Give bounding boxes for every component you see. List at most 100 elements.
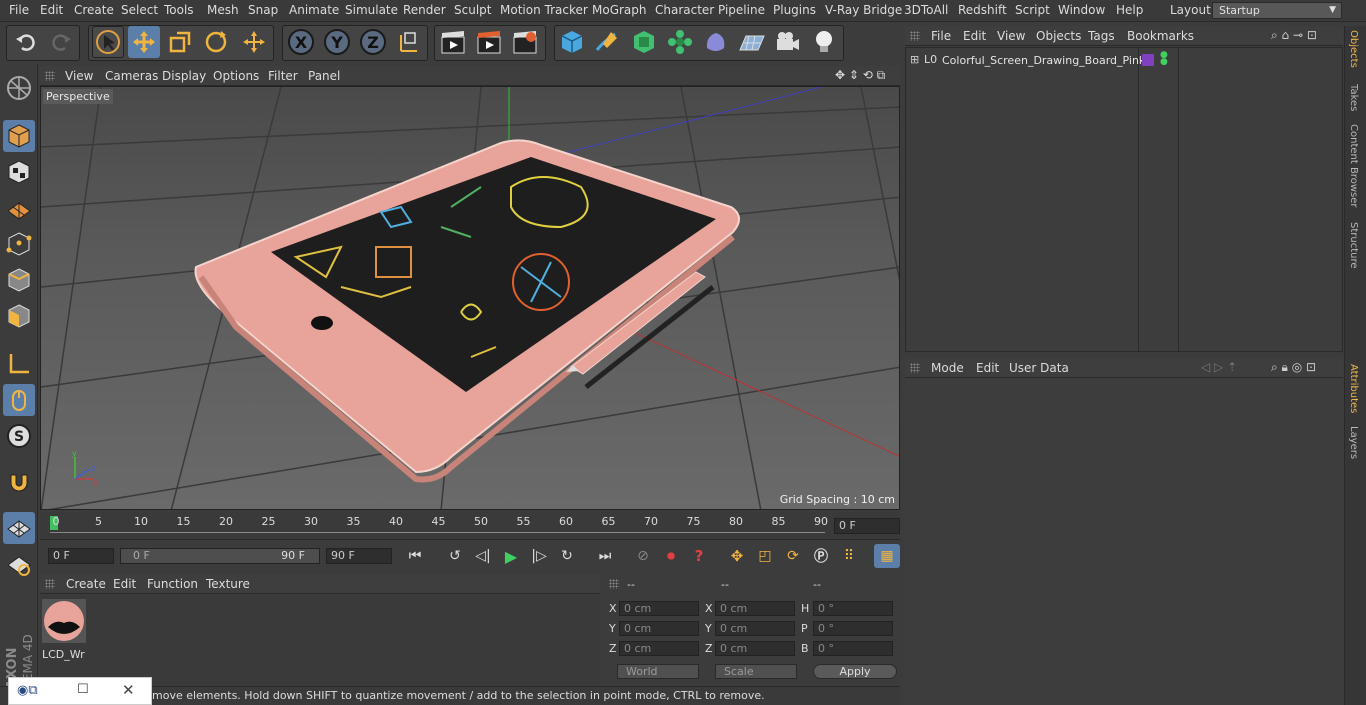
menu-redshift[interactable]: Redshift xyxy=(958,3,1007,17)
maximize-icon[interactable]: ☐ xyxy=(77,682,89,697)
menu-mesh[interactable]: Mesh xyxy=(207,3,239,17)
pos-y-field[interactable]: 0 cm xyxy=(619,621,699,636)
prev-frame-button[interactable]: ◁| xyxy=(470,544,496,568)
menu-snap[interactable]: Snap xyxy=(248,3,278,17)
auto-key-button[interactable]: ⏺ xyxy=(658,544,684,568)
size-z-field[interactable]: 0 cm xyxy=(715,641,795,656)
viewport-menu-cameras[interactable]: Cameras xyxy=(105,69,158,83)
tab-takes[interactable]: Takes xyxy=(1348,84,1359,111)
menu-select[interactable]: Select xyxy=(121,3,158,17)
snap-button[interactable]: S xyxy=(3,420,35,452)
key-pla-button[interactable]: ⠿ xyxy=(836,544,862,568)
rot-p-field[interactable]: 0 ° xyxy=(813,621,893,636)
tab-content-browser[interactable]: Content Browser xyxy=(1348,124,1359,207)
polygons-mode-button[interactable] xyxy=(3,300,35,332)
texture-mode-button[interactable] xyxy=(3,156,35,188)
edges-mode-button[interactable] xyxy=(3,264,35,296)
perspective-viewport[interactable]: Perspective y zx Grid Spacing : 10 cm xyxy=(40,86,900,510)
panel-grip[interactable] xyxy=(910,31,920,41)
frame-range-slider[interactable]: 0 F 90 F xyxy=(120,548,320,564)
redo-button[interactable] xyxy=(45,26,77,58)
material-menu-create[interactable]: Create xyxy=(66,577,106,591)
viewport-menu-panel[interactable]: Panel xyxy=(308,69,340,83)
workplane-snap-button[interactable] xyxy=(3,548,35,580)
live-selection-button[interactable] xyxy=(238,26,270,58)
deformer-button[interactable] xyxy=(700,26,732,58)
attr-nav-icons[interactable]: ◁ ▷ ⇡ xyxy=(1201,360,1237,374)
close-icon[interactable]: ✕ xyxy=(122,681,135,699)
pos-x-field[interactable]: 0 cm xyxy=(619,601,699,616)
om-menu-view[interactable]: View xyxy=(997,29,1025,43)
menu-plugins[interactable]: Plugins xyxy=(773,3,816,17)
viewport-nav-icons[interactable]: ✥ ⇕ ⟲ ⧉ xyxy=(835,68,885,83)
render-picture-viewer-button[interactable] xyxy=(473,26,505,58)
menu-motion-tracker[interactable]: Motion Tracker xyxy=(500,3,588,17)
material-item[interactable]: LCD_Wr xyxy=(42,599,86,661)
model-mode-button[interactable] xyxy=(3,120,35,152)
layout-select[interactable]: Startup ▼ xyxy=(1212,2,1342,19)
viewport-menu-display[interactable]: Display xyxy=(162,69,206,83)
menu-pipeline[interactable]: Pipeline xyxy=(718,3,765,17)
key-scale-button[interactable]: ◰ xyxy=(752,544,778,568)
attr-menu-mode[interactable]: Mode xyxy=(931,361,964,375)
start-frame-field[interactable]: 0 F xyxy=(48,548,114,564)
prev-key-button[interactable]: ↺ xyxy=(442,544,468,568)
key-rotation-button[interactable]: ⟳ xyxy=(780,544,806,568)
points-mode-button[interactable] xyxy=(3,228,35,260)
coordinate-system-button[interactable] xyxy=(393,26,425,58)
menu-vray-bridge[interactable]: V-Ray Bridge xyxy=(825,3,902,17)
rotate-tool-button[interactable] xyxy=(200,26,232,58)
light-button[interactable] xyxy=(808,26,840,58)
render-view-button[interactable] xyxy=(437,26,469,58)
pen-button[interactable] xyxy=(591,26,623,58)
world-dropdown[interactable]: World xyxy=(617,664,699,679)
timeline-window-button[interactable]: ▦ xyxy=(874,544,900,568)
next-key-button[interactable]: ↻ xyxy=(554,544,580,568)
make-editable-button[interactable] xyxy=(3,72,35,104)
attr-menu-user-data[interactable]: User Data xyxy=(1009,361,1069,375)
om-menu-file[interactable]: File xyxy=(931,29,951,43)
menu-file[interactable]: File xyxy=(9,3,29,17)
move-tool-button[interactable] xyxy=(128,26,160,58)
render-settings-button[interactable] xyxy=(509,26,541,58)
z-axis-button[interactable]: Z xyxy=(357,26,389,58)
subdivision-button[interactable] xyxy=(628,26,660,58)
om-menu-tags[interactable]: Tags xyxy=(1088,29,1115,43)
keyframe-selection-button[interactable]: ? xyxy=(686,544,712,568)
object-name[interactable]: Colorful_Screen_Drawing_Board_Pink xyxy=(942,54,1145,67)
menu-edit[interactable]: Edit xyxy=(40,3,63,17)
menu-render[interactable]: Render xyxy=(403,3,446,17)
app-icon[interactable]: ◉⧉ xyxy=(17,683,38,698)
workplane-lock-button[interactable] xyxy=(3,512,35,544)
record-keys-button[interactable]: ⊘ xyxy=(630,544,656,568)
om-menu-edit[interactable]: Edit xyxy=(963,29,986,43)
panel-grip[interactable] xyxy=(609,579,619,589)
undo-button[interactable] xyxy=(10,26,42,58)
material-menu-texture[interactable]: Texture xyxy=(206,577,250,591)
select-tool-button[interactable] xyxy=(92,26,124,58)
menu-mograph[interactable]: MoGraph xyxy=(592,3,647,17)
tab-structure[interactable]: Structure xyxy=(1348,222,1359,269)
menu-help[interactable]: Help xyxy=(1116,3,1143,17)
object-row[interactable]: ⊞ L0 Colorful_Screen_Drawing_Board_Pink … xyxy=(906,51,1342,70)
camera-button[interactable] xyxy=(772,26,804,58)
menu-create[interactable]: Create xyxy=(74,3,114,17)
cloner-button[interactable] xyxy=(664,26,696,58)
menu-sculpt[interactable]: Sculpt xyxy=(454,3,491,17)
tweak-mode-button[interactable] xyxy=(3,384,35,416)
tab-layers[interactable]: Layers xyxy=(1348,426,1359,459)
viewport-label[interactable]: Perspective xyxy=(43,89,113,104)
panel-grip[interactable] xyxy=(910,363,920,373)
cube-button[interactable] xyxy=(556,26,588,58)
size-y-field[interactable]: 0 cm xyxy=(715,621,795,636)
tab-attributes[interactable]: Attributes xyxy=(1348,364,1359,413)
goto-end-button[interactable]: ⏭ xyxy=(592,544,618,568)
visibility-dots-icon[interactable]: ● ● xyxy=(1160,51,1168,67)
om-menu-objects[interactable]: Objects xyxy=(1036,29,1081,43)
floor-button[interactable] xyxy=(736,26,768,58)
size-x-field[interactable]: 0 cm xyxy=(715,601,795,616)
apply-button[interactable]: Apply xyxy=(813,664,897,679)
goto-start-button[interactable]: ⏮ xyxy=(402,544,428,568)
key-position-button[interactable]: ✥ xyxy=(724,544,750,568)
scale-dropdown[interactable]: Scale xyxy=(715,664,797,679)
